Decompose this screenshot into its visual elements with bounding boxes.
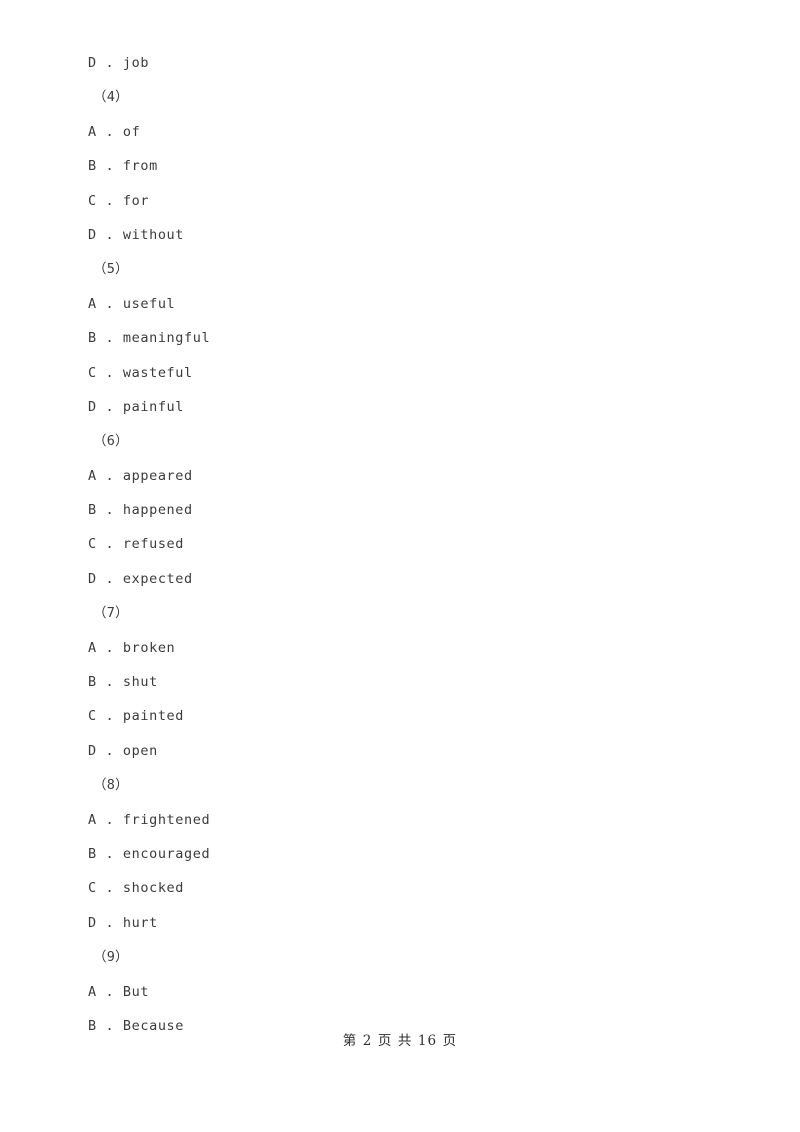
answer-option: B . happened [88,502,193,519]
answer-option: B . from [88,158,158,175]
answer-option: D . job [88,55,150,71]
question-number: （7） [93,605,129,622]
answer-option: C . shocked [88,880,185,897]
question-number: （9） [93,949,129,966]
answer-option: A . of [88,123,141,140]
answer-option: A . useful [88,295,176,312]
question-number: （6） [93,433,129,450]
answer-option: D . without [88,226,185,243]
answer-option: C . refused [88,536,185,553]
answer-option: D . expected [88,570,193,587]
question-number: （5） [93,261,129,278]
question-number: （8） [93,777,129,794]
answer-option: B . shut [88,674,158,691]
question-options-list: D . job （4） A . of B . from C . for D . witho… [88,46,708,1043]
answer-option: C . painted [88,708,185,725]
answer-option: B . meaningful [88,330,211,347]
answer-option: D . painful [88,398,185,415]
question-number: （4） [93,89,129,106]
answer-option: D . open [88,742,158,759]
answer-option: A . frightened [88,811,211,828]
answer-option: A . broken [88,639,176,656]
answer-option: D . hurt [88,914,158,931]
document-page: D . job （4） A . of B . from C . for D . witho… [0,0,800,1132]
answer-option: C . for [88,192,150,209]
answer-option: B . encouraged [88,845,211,862]
page-footer: 第 2 页 共 16 页 [342,1033,458,1049]
answer-option: A . But [88,983,150,1000]
answer-option: C . wasteful [88,364,193,381]
answer-option: A . appeared [88,467,193,484]
